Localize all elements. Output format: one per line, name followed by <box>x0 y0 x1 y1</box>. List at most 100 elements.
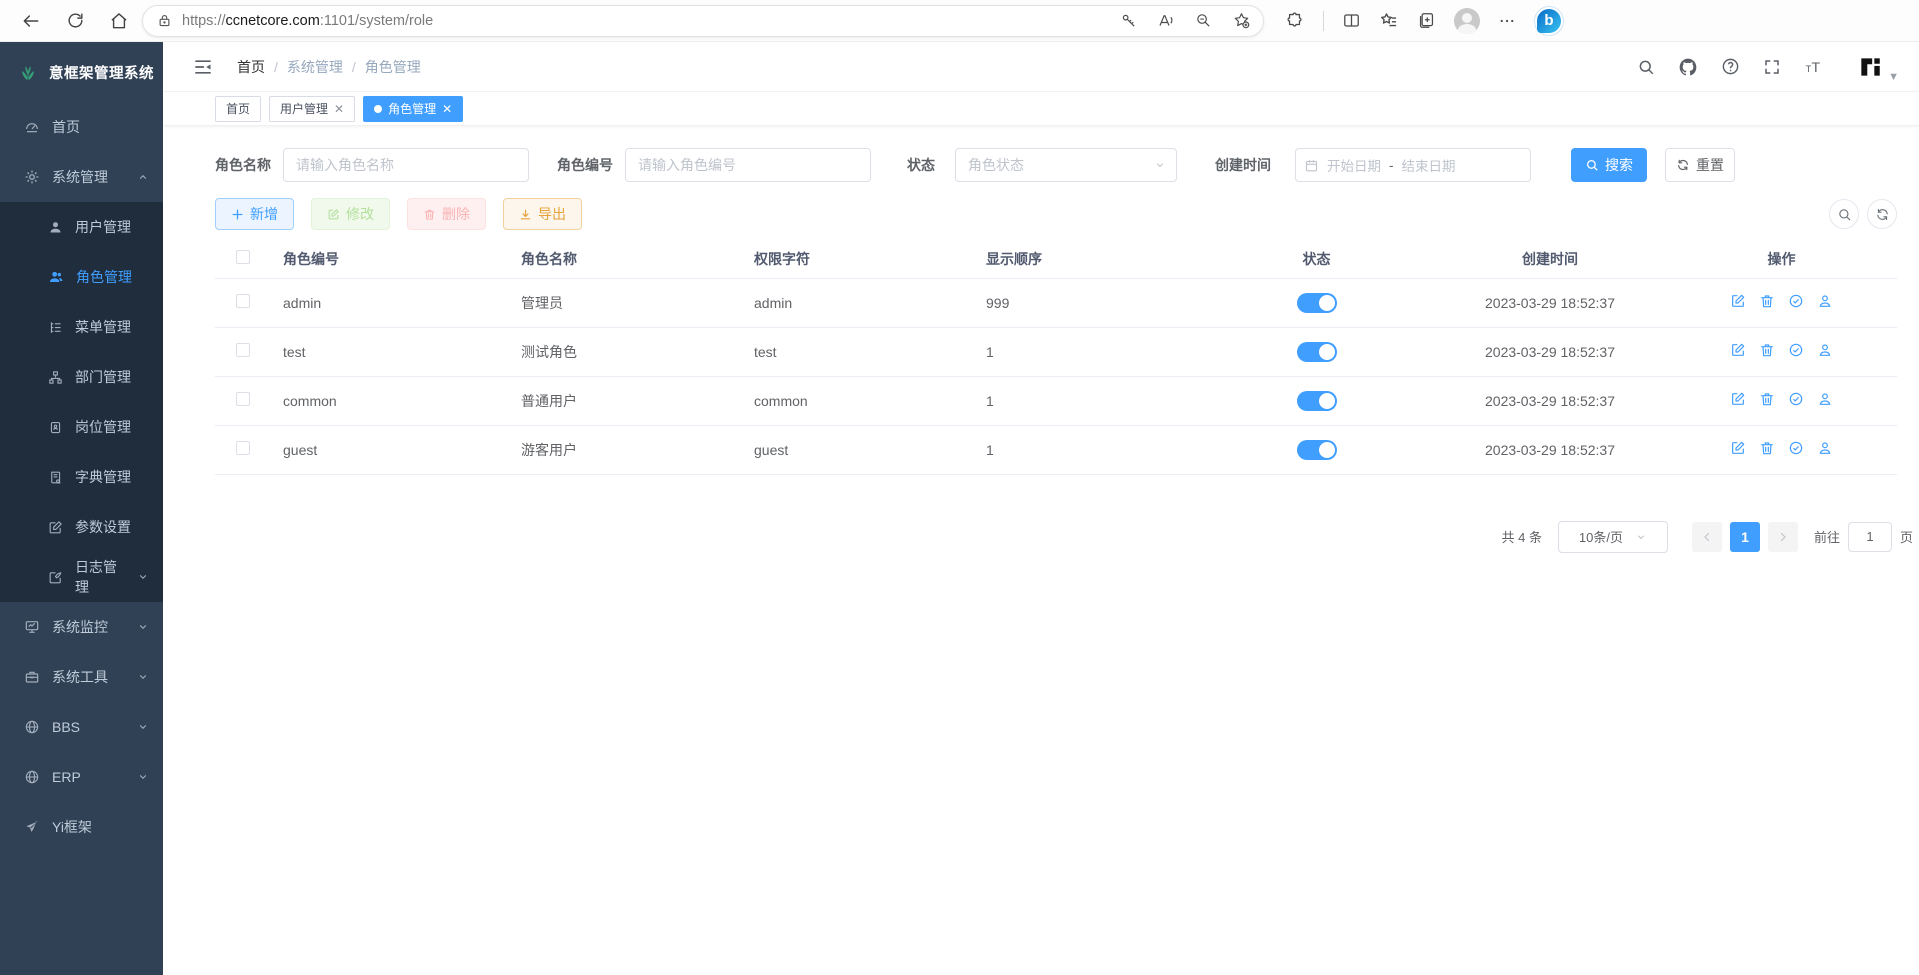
status-toggle-on[interactable] <box>1297 391 1337 411</box>
tab-user-management[interactable]: 用户管理✕ <box>269 96 355 122</box>
font-size-icon[interactable]: TT <box>1801 54 1827 80</box>
favorite-star-icon[interactable] <box>1232 11 1251 30</box>
page-number-1[interactable]: 1 <box>1730 522 1760 552</box>
search-button[interactable]: 搜索 <box>1571 148 1647 182</box>
sidebar-fold-icon[interactable] <box>185 49 221 85</box>
chevron-down-icon <box>137 721 149 733</box>
sidebar-item-system[interactable]: 系统管理 <box>0 152 163 202</box>
show-search-toggle-button[interactable] <box>1829 199 1859 229</box>
reset-button[interactable]: 重置 <box>1665 148 1735 182</box>
browser-profile-avatar[interactable] <box>1454 8 1480 34</box>
user-avatar-menu[interactable]: ▼ <box>1857 54 1899 80</box>
sidebar-item-home[interactable]: 首页 <box>0 102 163 152</box>
chevron-down-icon <box>137 571 149 583</box>
close-icon[interactable]: ✕ <box>334 102 344 116</box>
row-edit-icon[interactable] <box>1730 391 1746 407</box>
goto-page-input[interactable] <box>1848 522 1892 552</box>
sidebar-item-bbs[interactable]: BBS <box>0 702 163 752</box>
breadcrumb-home[interactable]: 首页 <box>237 57 265 77</box>
row-data-scope-icon[interactable] <box>1788 440 1804 456</box>
row-assign-user-icon[interactable] <box>1817 342 1833 358</box>
tab-role-management[interactable]: 角色管理✕ <box>363 96 463 122</box>
row-data-scope-icon[interactable] <box>1788 391 1804 407</box>
sidebar-item-parameters[interactable]: 参数设置 <box>0 502 163 552</box>
help-icon[interactable] <box>1717 54 1743 80</box>
end-date-placeholder: 结束日期 <box>1402 155 1456 175</box>
sidebar-item-roles[interactable]: 角色管理 <box>0 252 163 302</box>
prev-page-button[interactable] <box>1692 522 1722 552</box>
password-key-icon[interactable] <box>1120 12 1137 29</box>
status-toggle-on[interactable] <box>1297 440 1337 460</box>
extensions-icon[interactable] <box>1286 11 1305 30</box>
row-delete-icon[interactable] <box>1759 440 1775 456</box>
row-assign-user-icon[interactable] <box>1817 391 1833 407</box>
select-all-checkbox[interactable] <box>236 250 250 264</box>
browser-back-icon[interactable] <box>16 6 46 36</box>
export-button[interactable]: 导出 <box>503 198 582 230</box>
sidebar-item-posts[interactable]: 岗位管理 <box>0 402 163 452</box>
row-checkbox[interactable] <box>236 294 250 308</box>
address-bar[interactable]: https://ccnetcore.com:1101/system/role <box>142 5 1264 37</box>
row-delete-icon[interactable] <box>1759 293 1775 309</box>
users-icon <box>48 269 64 285</box>
row-edit-icon[interactable] <box>1730 342 1746 358</box>
delete-button[interactable]: 删除 <box>407 198 486 230</box>
favorites-bar-icon[interactable] <box>1379 11 1399 31</box>
collections-icon[interactable] <box>1417 11 1436 30</box>
row-delete-icon[interactable] <box>1759 342 1775 358</box>
zoom-out-icon[interactable] <box>1195 12 1212 29</box>
sidebar-item-users[interactable]: 用户管理 <box>0 202 163 252</box>
row-data-scope-icon[interactable] <box>1788 342 1804 358</box>
dictionary-book-icon <box>48 470 63 485</box>
edit-button[interactable]: 修改 <box>311 198 390 230</box>
github-icon[interactable] <box>1675 54 1701 80</box>
tab-home[interactable]: 首页 <box>215 96 261 122</box>
sidebar-item-departments[interactable]: 部门管理 <box>0 352 163 402</box>
sidebar-item-erp[interactable]: ERP <box>0 752 163 802</box>
row-checkbox[interactable] <box>236 343 250 357</box>
table-header-row: 角色编号 角色名称 权限字符 显示顺序 状态 创建时间 操作 <box>215 240 1897 278</box>
browser-refresh-icon[interactable] <box>60 6 90 36</box>
page-header: 首页 / 系统管理 / 角色管理 TT <box>163 42 1919 92</box>
split-screen-icon[interactable] <box>1342 11 1361 30</box>
sidebar-item-menus[interactable]: 菜单管理 <box>0 302 163 352</box>
active-dot <box>374 105 382 113</box>
refresh-table-button[interactable] <box>1867 199 1897 229</box>
status-toggle-on[interactable] <box>1297 342 1337 362</box>
status-select[interactable]: 角色状态 <box>955 148 1177 182</box>
page-size-select[interactable]: 10条/页 <box>1558 521 1668 553</box>
row-data-scope-icon[interactable] <box>1788 293 1804 309</box>
fullscreen-icon[interactable] <box>1759 54 1785 80</box>
system-submenu: 用户管理 角色管理 菜单管理 部门管理 <box>0 202 163 602</box>
read-aloud-icon[interactable] <box>1157 12 1175 30</box>
site-lock-icon[interactable] <box>157 13 172 28</box>
sidebar-item-tools[interactable]: 系统工具 <box>0 652 163 702</box>
total-count: 共 4 条 <box>1502 527 1542 546</box>
header-search-icon[interactable] <box>1633 54 1659 80</box>
bing-chat-icon[interactable]: b <box>1534 6 1564 36</box>
sidebar-item-monitor[interactable]: 系统监控 <box>0 602 163 652</box>
browser-home-icon[interactable] <box>104 6 134 36</box>
sidebar-item-yi-framework[interactable]: Yi框架 <box>0 802 163 852</box>
sidebar-item-logs[interactable]: 日志管理 <box>0 552 163 602</box>
plus-icon <box>231 208 244 221</box>
role-code-input[interactable] <box>625 148 871 182</box>
row-edit-icon[interactable] <box>1730 293 1746 309</box>
browser-more-icon[interactable] <box>1498 12 1516 30</box>
close-icon[interactable]: ✕ <box>442 102 452 116</box>
row-checkbox[interactable] <box>236 441 250 455</box>
sidebar-item-dictionary[interactable]: 字典管理 <box>0 452 163 502</box>
paper-plane-icon <box>24 819 40 835</box>
row-assign-user-icon[interactable] <box>1817 293 1833 309</box>
row-assign-user-icon[interactable] <box>1817 440 1833 456</box>
role-name-input[interactable] <box>283 148 529 182</box>
col-actions: 操作 <box>1666 240 1897 278</box>
row-checkbox[interactable] <box>236 392 250 406</box>
row-delete-icon[interactable] <box>1759 391 1775 407</box>
date-range-picker[interactable]: 开始日期 - 结束日期 <box>1295 148 1531 182</box>
next-page-button[interactable] <box>1768 522 1798 552</box>
add-button[interactable]: 新增 <box>215 198 294 230</box>
tags-view-bar: 首页 用户管理✕ 角色管理✕ <box>163 92 1919 126</box>
row-edit-icon[interactable] <box>1730 440 1746 456</box>
status-toggle-on[interactable] <box>1297 293 1337 313</box>
